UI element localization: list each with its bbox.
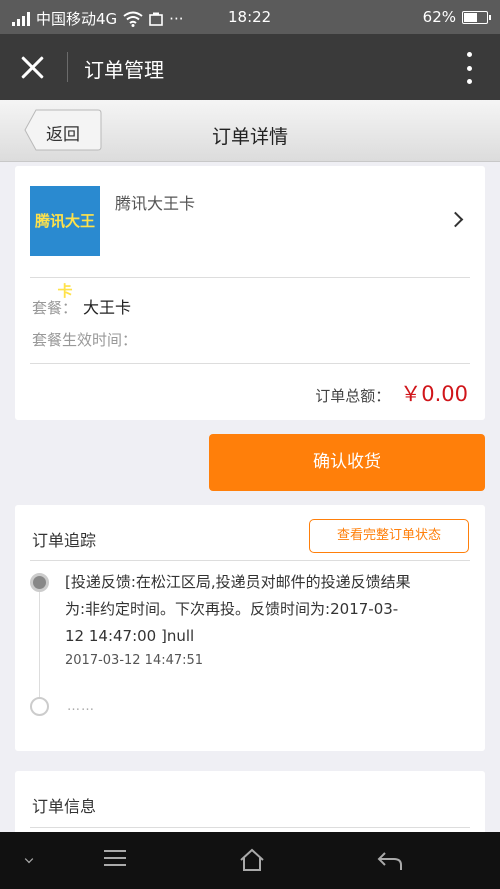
tracking-card: 订单追踪 查看完整订单状态 [投递反馈:在松江区局,投递员对邮件的投递反馈结果为… — [15, 505, 485, 751]
tracking-event-time: 2017-03-12 14:47:51 — [65, 653, 204, 668]
close-icon[interactable] — [14, 51, 50, 85]
system-nav-bar — [0, 832, 500, 889]
sub-header: 返回 订单详情 — [0, 100, 500, 162]
divider — [30, 363, 470, 364]
order-total: 订单总额： ￥0.00 — [315, 378, 468, 408]
order-info-title: 订单信息 — [32, 797, 97, 816]
back-icon[interactable] — [376, 850, 404, 872]
page-title: 订单详情 — [211, 126, 288, 148]
battery-percent: 62% — [422, 8, 456, 26]
notification-icon — [149, 12, 163, 26]
divider — [30, 827, 470, 828]
signal-icon — [12, 11, 30, 26]
view-full-status-button[interactable]: 查看完整订单状态 — [309, 519, 469, 553]
product-name: 腾讯大王卡 — [115, 194, 196, 213]
app-title: 订单管理 — [84, 58, 164, 82]
tracking-event-text: [投递反馈:在松江区局,投递员对邮件的投递反馈结果为:非约定时间。下次再投。反馈… — [65, 573, 411, 645]
wifi-icon — [123, 11, 143, 27]
confirm-receipt-button[interactable]: 确认收货 — [209, 434, 485, 491]
product-card[interactable]: 腾讯大王卡 腾讯大王卡 套餐： 大王卡 套餐生效时间： 订单总额： ￥0.00 — [15, 166, 485, 420]
chevron-right-icon[interactable] — [447, 211, 464, 228]
package-label: 套餐： — [32, 299, 78, 317]
carrier-label: 中国移动4G — [36, 10, 118, 28]
total-label: 订单总额： — [315, 387, 391, 405]
more-menu-icon[interactable] — [464, 52, 474, 84]
chevron-down-icon[interactable] — [24, 854, 34, 864]
timeline-dot-idle — [30, 697, 49, 716]
timeline-line — [39, 585, 40, 703]
more-status-icon: ··· — [169, 9, 184, 28]
app-bar: 订单管理 — [0, 34, 500, 100]
product-thumbnail: 腾讯大王卡 — [30, 186, 100, 300]
menu-icon[interactable] — [104, 850, 126, 866]
tracking-title: 订单追踪 — [32, 531, 97, 550]
battery-icon — [462, 10, 491, 24]
divider — [30, 277, 470, 278]
tracking-more[interactable]: …… — [67, 699, 95, 714]
status-bar: 中国移动4G ··· 18:22 62% — [0, 0, 500, 34]
divider — [30, 560, 470, 561]
divider — [67, 52, 68, 82]
total-amount: ￥0.00 — [400, 382, 468, 406]
home-icon[interactable] — [238, 848, 266, 872]
clock: 18:22 — [228, 8, 272, 26]
package-value: 大王卡 — [83, 298, 132, 317]
effective-time-label: 套餐生效时间： — [32, 331, 138, 349]
package-line: 套餐： 大王卡 — [32, 294, 131, 318]
timeline-dot-active — [30, 573, 49, 592]
